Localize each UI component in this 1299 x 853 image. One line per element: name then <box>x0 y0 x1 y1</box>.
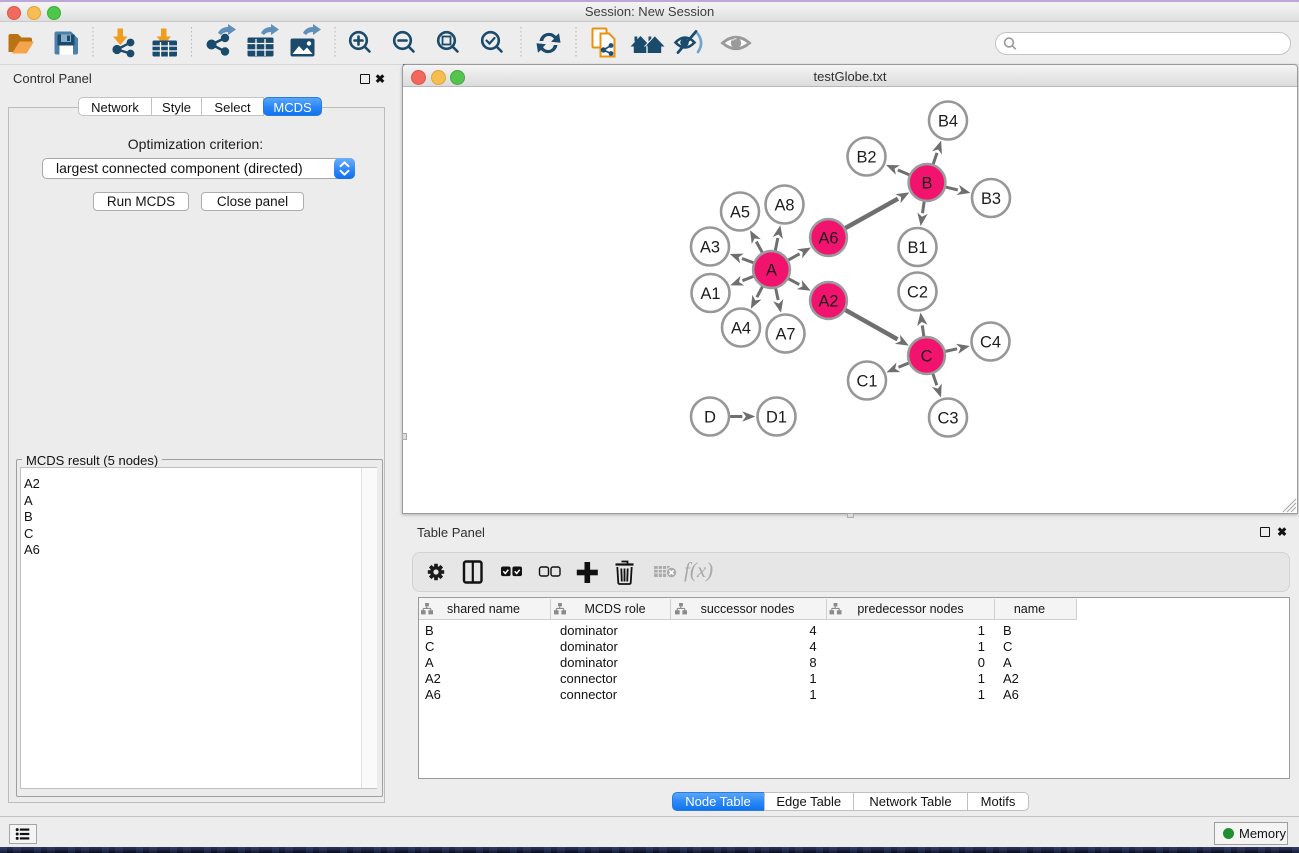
svg-text:B2: B2 <box>856 149 876 167</box>
svg-text:C: C <box>921 348 933 366</box>
svg-text:B: B <box>922 175 933 193</box>
svg-text:A4: A4 <box>731 320 751 338</box>
svg-text:B3: B3 <box>981 190 1001 208</box>
svg-text:D1: D1 <box>766 409 787 427</box>
svg-text:A8: A8 <box>774 197 794 215</box>
svg-text:D: D <box>704 409 716 427</box>
svg-text:C1: C1 <box>857 373 878 391</box>
svg-text:A2: A2 <box>818 293 838 311</box>
svg-text:C3: C3 <box>938 410 959 428</box>
svg-text:B4: B4 <box>938 113 958 131</box>
svg-text:A6: A6 <box>818 230 838 248</box>
svg-text:C2: C2 <box>907 284 928 302</box>
svg-text:A: A <box>766 262 777 280</box>
svg-text:C4: C4 <box>980 334 1001 352</box>
svg-text:A3: A3 <box>700 239 720 257</box>
svg-text:A7: A7 <box>775 326 795 344</box>
svg-text:A5: A5 <box>730 204 750 222</box>
svg-text:A1: A1 <box>700 285 720 303</box>
svg-text:B1: B1 <box>907 239 927 257</box>
